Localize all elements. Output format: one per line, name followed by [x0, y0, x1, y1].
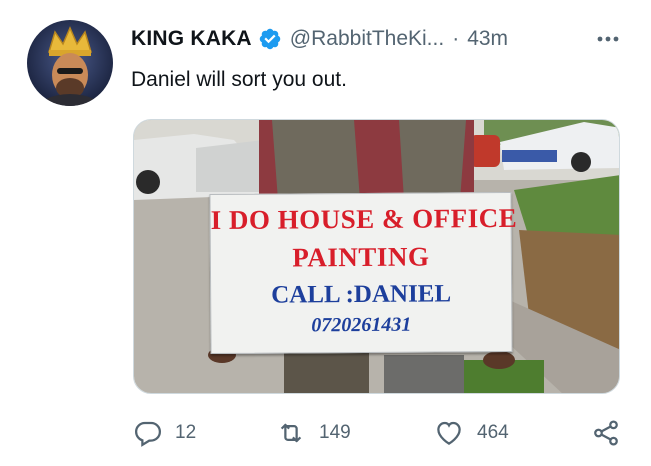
retweet-icon	[280, 423, 302, 443]
like-button[interactable]: 464	[433, 413, 509, 453]
avatar-illustration	[37, 26, 103, 106]
sign-line-4: 0720261431	[311, 313, 412, 337]
tweet-actions: 12 149 464	[133, 413, 623, 453]
tweet-photo[interactable]: I DO HOUSE & OFFICE PAINTING CALL :DANIE…	[133, 119, 620, 394]
sign-line-1: I DO HOUSE & OFFICE	[210, 202, 518, 236]
like-icon	[437, 421, 461, 445]
share-button[interactable]	[591, 413, 633, 453]
sign-line-3: CALL :DANIEL	[271, 280, 452, 309]
like-count: 464	[477, 422, 509, 443]
sign-line-2: PAINTING	[292, 241, 430, 273]
reply-icon	[134, 421, 162, 447]
author-handle[interactable]: @RabbitTheKi...	[290, 27, 444, 51]
avatar[interactable]	[27, 20, 113, 106]
verified-badge-icon	[259, 28, 281, 50]
tweet-text: Daniel will sort you out.	[131, 68, 347, 91]
tweet-timestamp[interactable]: 43m	[467, 27, 508, 51]
author-name[interactable]: KING KAKA	[131, 27, 252, 51]
painting-sign: I DO HOUSE & OFFICE PAINTING CALL :DANIE…	[209, 191, 518, 355]
more-options-icon[interactable]	[593, 24, 623, 54]
reply-button[interactable]: 12	[133, 413, 196, 453]
separator-dot: ·	[452, 27, 460, 50]
retweet-count: 149	[319, 422, 351, 443]
share-icon	[594, 420, 618, 446]
retweet-button[interactable]: 149	[275, 413, 351, 453]
tweet-header: KING KAKA @RabbitTheKi... · 43m	[131, 22, 631, 56]
reply-count: 12	[175, 422, 197, 443]
